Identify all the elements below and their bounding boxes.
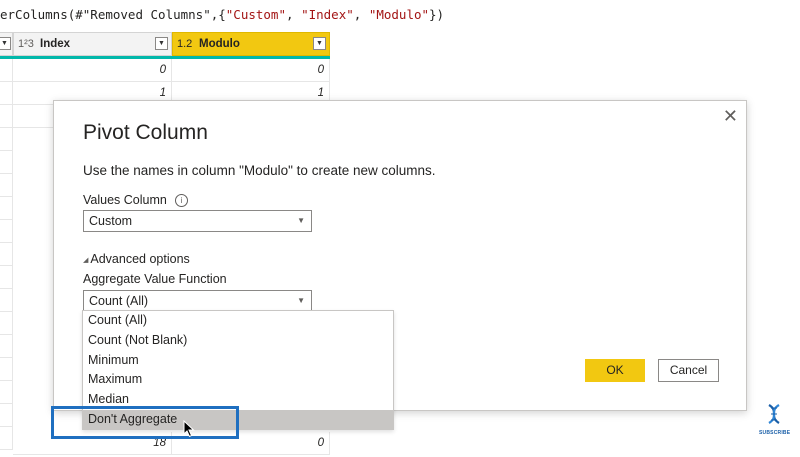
column-header-index[interactable]: 1²3 Index ▼ [13,32,172,56]
decimal-type-icon[interactable]: 1.2 [177,33,192,55]
aggregate-label: Aggregate Value Function [83,272,227,286]
table-row [0,312,13,335]
table-row [0,266,13,289]
table-row [0,220,13,243]
dialog-description: Use the names in column "Modulo" to crea… [83,163,436,178]
dialog-title: Pivot Column [83,121,208,144]
subscribe-logo: SUBSCRIBE [759,403,791,436]
dropdown-option[interactable]: Minimum [83,351,393,371]
advanced-options-toggle[interactable]: ◢ Advanced options [83,252,190,266]
dna-icon [768,404,780,424]
values-column-select[interactable]: Custom ▼ [83,210,312,232]
caret-expanded-icon: ◢ [83,257,89,264]
formula-string-custom: "Custom" [225,7,286,22]
table-row [0,335,13,358]
caret-down-icon: ▼ [297,216,305,225]
formula-sep-2: , [353,7,369,22]
caret-down-icon: ▼ [297,296,305,305]
aggregate-function-select[interactable]: Count (All) ▼ [83,290,312,312]
table-row [0,358,13,381]
ok-button[interactable]: OK [585,359,645,382]
chevron-down-icon[interactable]: ▼ [0,37,11,50]
table-row [0,82,13,105]
subscribe-text: SUBSCRIBE [759,430,791,436]
table-row [0,404,13,427]
formula-suffix: }) [429,7,445,22]
column-header-modulo[interactable]: 1.2 Modulo ▼ [172,32,330,56]
mouse-cursor-icon [183,420,195,438]
dropdown-option[interactable]: Count (All) [83,311,393,331]
dropdown-option[interactable]: Maximum [83,370,393,390]
cancel-button[interactable]: Cancel [658,359,719,382]
dropdown-option[interactable]: Count (Not Blank) [83,331,393,351]
formula-sep-1: , [286,7,302,22]
column-header-label: Modulo [199,38,240,50]
column-header-label: Index [40,38,71,50]
table-row [0,289,13,312]
table-row [0,151,13,174]
modulo-cell[interactable]: 0 [172,59,330,82]
aggregate-selected: Count (All) [89,294,149,308]
table-row [0,174,13,197]
close-icon[interactable]: ✕ [723,106,738,127]
table-row [0,381,13,404]
values-column-selected: Custom [89,214,133,228]
table-row [0,243,13,266]
chevron-down-icon[interactable]: ▼ [313,37,326,50]
values-column-label-text: Values Column [83,193,167,207]
chevron-down-icon[interactable]: ▼ [155,37,168,50]
whole-number-type-icon[interactable]: 1²3 [18,33,34,55]
table-row [0,59,13,82]
table-row [0,128,13,151]
prev-column-header[interactable]: ▼ [0,32,13,56]
table-row [0,427,13,450]
index-cell[interactable]: 0 [13,59,172,82]
values-column-label: Values Column i [83,193,188,207]
formula-prefix: erColumns(#"Removed Columns",{ [0,7,226,22]
formula-string-modulo: "Modulo" [368,7,430,22]
table-row [0,105,13,128]
advanced-options-label: Advanced options [90,252,190,266]
table-row [0,197,13,220]
formula-bar[interactable]: erColumns(#"Removed Columns",{"Custom", … [0,0,800,31]
highlight-annotation-box [51,406,239,439]
formula-string-index: "Index" [301,7,354,22]
info-icon[interactable]: i [174,194,188,207]
